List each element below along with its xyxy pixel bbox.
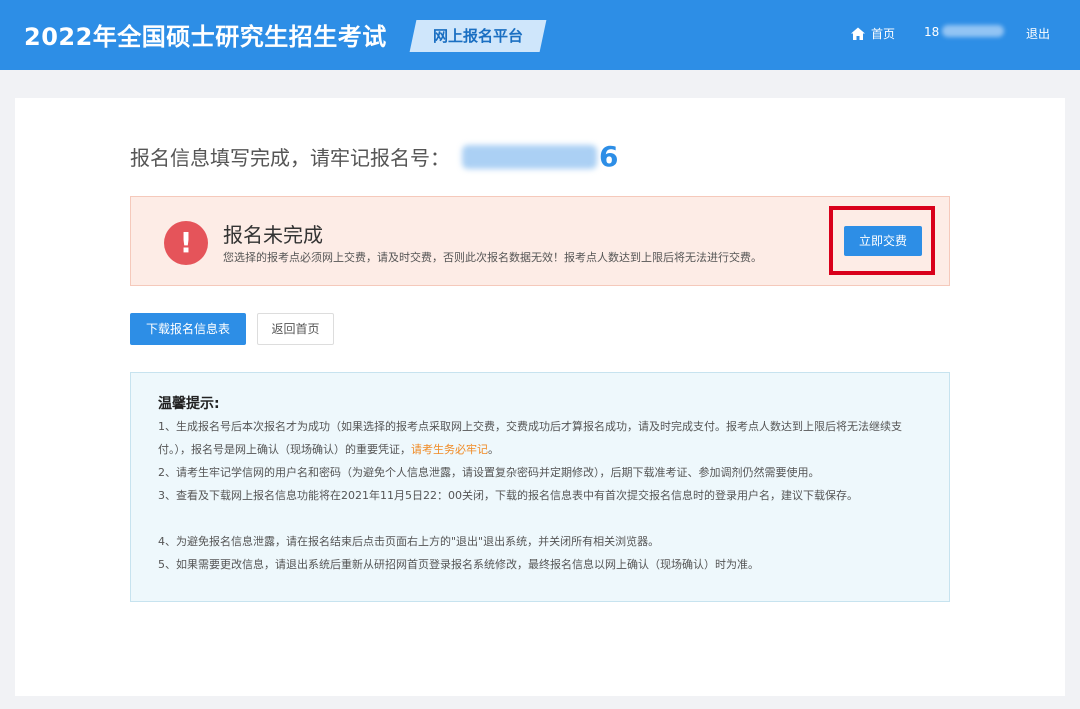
user-account: 18 — [924, 25, 1005, 39]
alert-message: 您选择的报考点必须网上交费，请及时交费，否则此次报名数据无效！报考点人数达到上限… — [223, 251, 762, 264]
top-header: 2022年全国硕士研究生招生考试 网上报名平台 首页 18 退出 — [0, 0, 1080, 70]
registration-number-last-digit: 6 — [599, 140, 619, 173]
exclamation-icon: ! — [164, 221, 208, 265]
tip-item-5: 5、如果需要更改信息，请退出系统后重新从研招网首页登录报名系统修改，最终报名信息… — [158, 558, 759, 571]
tip-1-highlight: 请考生务必牢记 — [411, 443, 488, 456]
home-icon — [851, 27, 865, 40]
tip-item-1: 1、生成报名号后本次报名才为成功（如果选择的报考点采取网上交费，交费成功后才算报… — [158, 415, 928, 461]
user-id-prefix: 18 — [924, 25, 940, 39]
download-registration-button[interactable]: 下载报名信息表 — [130, 313, 246, 345]
registration-prompt: 报名信息填写完成，请牢记报名号： — [130, 146, 450, 170]
registration-number-redacted — [462, 144, 597, 169]
tip-1-text: 1、生成报名号后本次报名才为成功（如果选择的报考点采取网上交费，交费成功后才算报… — [158, 420, 902, 456]
user-id-redacted — [942, 25, 1005, 37]
site-title: 2022年全国硕士研究生招生考试 — [24, 23, 387, 51]
pay-now-button[interactable]: 立即交费 — [844, 226, 922, 256]
logout-link[interactable]: 退出 — [1026, 25, 1050, 42]
platform-badge: 网上报名平台 — [432, 27, 523, 45]
tip-item-2: 2、请考生牢记学信网的用户名和密码（为避免个人信息泄露，请设置复杂密码并定期修改… — [158, 466, 820, 479]
alert-title: 报名未完成 — [223, 223, 323, 247]
registration-number-line: 报名信息填写完成，请牢记报名号： 6 — [130, 140, 618, 173]
nav-home-label: 首页 — [871, 27, 896, 41]
payment-alert: ! 报名未完成 您选择的报考点必须网上交费，请及时交费，否则此次报名数据无效！报… — [130, 196, 950, 286]
tip-1-end: 。 — [488, 443, 499, 456]
tips-box: 温馨提示: 1、生成报名号后本次报名才为成功（如果选择的报考点采取网上交费，交费… — [130, 372, 950, 602]
nav-home-link[interactable]: 首页 — [850, 25, 895, 42]
tip-item-4: 4、为避免报名信息泄露，请在报名结束后点击页面右上方的"退出"退出系统，并关闭所… — [158, 535, 660, 548]
tip-item-3: 3、查看及下载网上报名信息功能将在2021年11月5日22：00关闭，下载的报名… — [158, 489, 858, 502]
back-home-button[interactable]: 返回首页 — [257, 313, 334, 345]
tips-title: 温馨提示: — [158, 396, 220, 412]
